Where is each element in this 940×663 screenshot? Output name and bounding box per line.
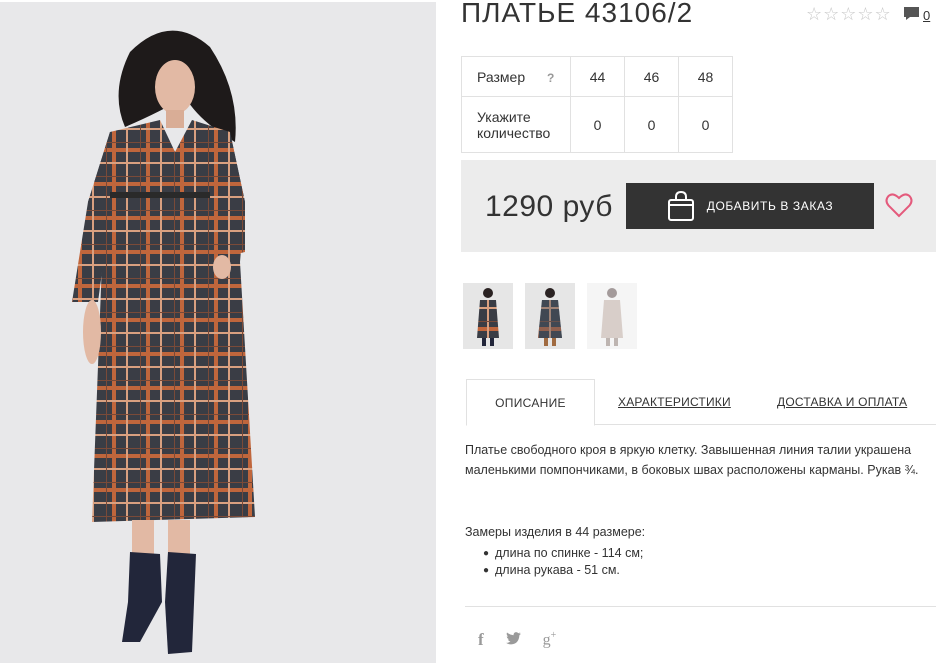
heart-icon[interactable] xyxy=(885,192,913,218)
thumbnail-1[interactable] xyxy=(463,283,513,349)
quantity-label: Укажите количество xyxy=(461,96,571,153)
price-bar: 1290 руб ДОБАВИТЬ В ЗАКАЗ xyxy=(461,160,936,252)
product-tabs: ОПИСАНИЕ ХАРАКТЕРИСТИКИ ДОСТАВКА И ОПЛАТ… xyxy=(466,379,936,426)
comment-icon xyxy=(904,7,919,20)
tab-characteristics[interactable]: ХАРАКТЕРИСТИКИ xyxy=(618,379,731,425)
add-to-order-button[interactable]: ДОБАВИТЬ В ЗАКАЗ xyxy=(626,183,874,229)
size-44: 44 xyxy=(570,56,625,97)
quantity-input-46[interactable]: 0 xyxy=(624,96,679,153)
size-label-cell: Размер ? xyxy=(461,56,571,97)
tab-delivery-payment[interactable]: ДОСТАВКА И ОПЛАТА xyxy=(777,379,907,425)
facebook-icon[interactable]: f xyxy=(478,630,484,650)
product-description: Платье свободного кроя в яркую клетку. З… xyxy=(465,443,919,477)
divider xyxy=(465,606,936,607)
shopping-bag-icon xyxy=(667,190,694,221)
quantity-input-48[interactable]: 0 xyxy=(678,96,733,153)
comments-link[interactable]: 0 xyxy=(903,6,930,23)
comments-count[interactable]: 0 xyxy=(923,8,930,23)
measures-title: Замеры изделия в 44 размере: xyxy=(465,525,646,539)
product-main-photo[interactable] xyxy=(0,2,436,663)
size-label: Размер xyxy=(477,68,526,85)
thumbnail-3[interactable] xyxy=(587,283,637,349)
tab-description[interactable]: ОПИСАНИЕ xyxy=(466,379,595,426)
thumbnail-2[interactable] xyxy=(525,283,575,349)
quantity-row: Укажите количество 0 0 0 xyxy=(461,96,733,153)
thumbnail-strip xyxy=(463,283,649,349)
list-item: длина по спинке - 114 см; xyxy=(483,545,643,562)
add-to-order-label: ДОБАВИТЬ В ЗАКАЗ xyxy=(706,199,834,213)
list-item: длина рукава - 51 см. xyxy=(483,562,643,579)
quantity-input-44[interactable]: 0 xyxy=(570,96,625,153)
help-icon[interactable]: ? xyxy=(547,71,554,85)
size-quantity-table: Размер ? 44 46 48 Укажите количество 0 0… xyxy=(461,56,733,153)
twitter-icon[interactable] xyxy=(505,631,521,649)
size-46: 46 xyxy=(624,56,679,97)
social-share: f g+ xyxy=(478,630,578,650)
measures-list: длина по спинке - 114 см; длина рукава -… xyxy=(483,545,643,579)
rating-stars[interactable]: ☆☆☆☆☆ xyxy=(806,4,892,25)
product-title: ПЛАТЬЕ 43106/2 xyxy=(461,0,694,28)
size-row: Размер ? 44 46 48 xyxy=(461,56,733,97)
size-48: 48 xyxy=(678,56,733,97)
google-plus-icon[interactable]: g+ xyxy=(543,630,557,649)
price: 1290 руб xyxy=(485,190,613,223)
